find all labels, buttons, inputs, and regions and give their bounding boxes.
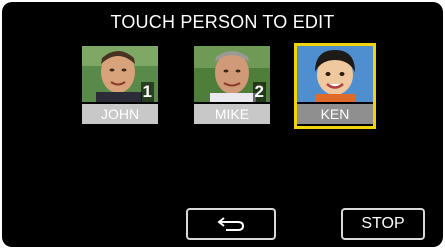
face-photo: [297, 46, 373, 102]
person-ken[interactable]: KEN: [294, 43, 376, 129]
person-name: KEN: [297, 104, 373, 124]
person-number: 1: [140, 82, 154, 102]
return-arrow-icon: [216, 217, 246, 236]
camera-screen: TOUCH PERSON TO EDIT 1 JOHN 2 MIKE KEN S…: [2, 2, 443, 247]
person-name: JOHN: [82, 104, 158, 124]
person-number: 2: [252, 82, 266, 102]
screen-title: TOUCH PERSON TO EDIT: [110, 12, 335, 32]
person-mike[interactable]: 2 MIKE: [194, 46, 270, 126]
stop-button[interactable]: STOP: [341, 208, 425, 240]
person-name: MIKE: [194, 104, 270, 124]
person-john[interactable]: 1 JOHN: [82, 46, 158, 126]
back-button[interactable]: [186, 208, 276, 240]
